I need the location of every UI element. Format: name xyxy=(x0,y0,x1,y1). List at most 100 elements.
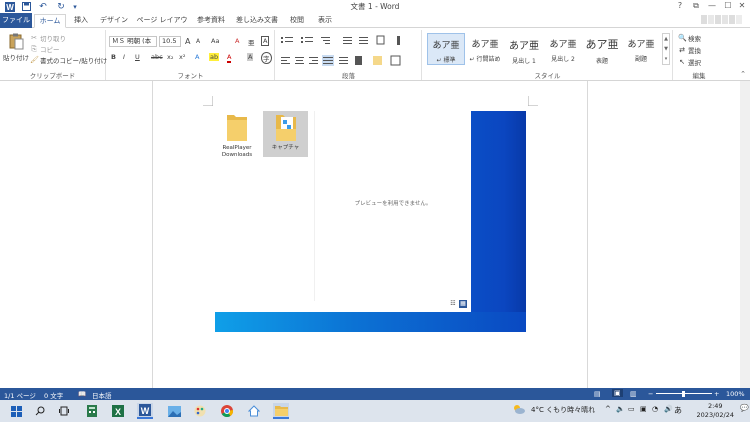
style-sample: あア亜 xyxy=(432,41,460,51)
tab-view[interactable]: 表示 xyxy=(312,14,338,27)
search-button[interactable] xyxy=(32,403,48,419)
calculator-app-icon[interactable] xyxy=(84,403,100,419)
save-icon[interactable] xyxy=(20,1,32,12)
tab-references[interactable]: 参考資料 xyxy=(192,14,230,27)
read-mode-icon[interactable]: ▤ xyxy=(594,390,601,398)
pasted-screenshot-image[interactable]: RealPlayer Downloads キャプチャ プレビューを利用できません… xyxy=(215,111,526,332)
styles-scroll[interactable]: ▲ ▼ ▾ xyxy=(662,33,670,65)
minimize-button[interactable]: — xyxy=(704,0,720,12)
tab-review[interactable]: 校閲 xyxy=(284,14,310,27)
language-indicator[interactable]: 日本語 xyxy=(92,390,112,400)
select-button[interactable]: ↖ 選択 xyxy=(678,57,701,67)
zoom-out-button[interactable]: − xyxy=(648,390,653,398)
speaker-icon[interactable]: 🔊 xyxy=(664,405,673,413)
bold-button[interactable]: B xyxy=(111,53,116,61)
paint-app-icon[interactable] xyxy=(192,403,208,419)
help-button[interactable]: ? xyxy=(672,0,688,12)
tab-file[interactable]: ファイル xyxy=(0,13,32,28)
weather-icon[interactable] xyxy=(512,403,526,417)
undo-icon[interactable]: ↶ xyxy=(36,1,50,12)
style-title[interactable]: あア亜 表題 xyxy=(583,33,621,65)
style-name: 副題 xyxy=(634,56,647,63)
tab-page-layout[interactable]: ページ レイアウト xyxy=(134,14,190,37)
tab-design[interactable]: デザイン xyxy=(96,14,132,27)
system-clock[interactable]: 2:49 2023/02/24 xyxy=(697,402,734,420)
ribbon-display-options-button[interactable]: ⧉ xyxy=(688,0,704,12)
strikethrough-button[interactable]: abc xyxy=(151,53,163,61)
word-app-taskbar-icon[interactable]: W xyxy=(137,403,153,419)
font-name-dropdown[interactable]: ＭＳ 明朝 (本 xyxy=(109,36,157,47)
paragraph-controls-icon[interactable] xyxy=(279,33,419,69)
character-shading-button[interactable]: A xyxy=(247,53,254,61)
copy-button[interactable]: ⎘ コピー xyxy=(30,44,59,54)
network-icon[interactable]: ◔ xyxy=(652,405,658,413)
task-view-button[interactable] xyxy=(56,403,72,419)
zoom-slider-thumb[interactable] xyxy=(682,391,685,397)
subscript-button[interactable]: x₂ xyxy=(167,53,173,61)
volume-icon[interactable]: 🔈 xyxy=(616,405,625,413)
paste-label: 貼り付け xyxy=(3,54,29,62)
excel-app-icon[interactable]: X xyxy=(110,403,126,419)
style-heading-2[interactable]: あア亜 見出し 2 xyxy=(544,33,582,65)
style-no-spacing[interactable]: あア亜 ↵ 行間詰め xyxy=(466,33,504,65)
replace-button[interactable]: ⇄ 置換 xyxy=(678,45,701,55)
style-heading-1[interactable]: あア亜 見出し 1 xyxy=(505,33,543,65)
tab-mailings[interactable]: 差し込み文書 xyxy=(232,14,282,27)
web-layout-icon[interactable]: ▥ xyxy=(630,390,637,398)
cut-button[interactable]: ✂ 切り取り xyxy=(30,33,66,43)
tab-insert[interactable]: 挿入 xyxy=(68,14,94,27)
find-button[interactable]: 🔍 検索 xyxy=(678,33,701,43)
text-effects-button[interactable]: A xyxy=(195,53,199,61)
paragraph-group-label: 段落 xyxy=(342,72,355,80)
font-group-label: フォント xyxy=(177,72,204,80)
underline-button[interactable]: U xyxy=(135,53,140,61)
font-color-button[interactable]: A xyxy=(227,53,232,63)
enclose-border-button[interactable]: A xyxy=(261,36,270,46)
start-button[interactable] xyxy=(8,403,24,419)
display-icon[interactable]: ▣ xyxy=(640,405,647,413)
zoom-level[interactable]: 100% xyxy=(726,390,745,398)
account-avatar[interactable] xyxy=(701,15,742,24)
collapse-ribbon-icon[interactable]: ⌃ xyxy=(740,70,746,78)
crop-mark xyxy=(203,96,213,106)
print-layout-icon[interactable]: ▣ xyxy=(612,389,623,397)
zoom-in-button[interactable]: + xyxy=(714,390,719,398)
weather-text[interactable]: 4°C くもり時々晴れ xyxy=(531,405,595,415)
proofing-icon[interactable]: 📖 xyxy=(78,390,86,398)
enclose-characters-button[interactable]: 字 xyxy=(261,52,272,64)
phonetic-guide-button[interactable]: 亜 xyxy=(248,37,255,47)
font-size-dropdown[interactable]: 10.5 xyxy=(159,36,181,47)
page-count[interactable]: 1/1 ページ xyxy=(4,390,36,400)
document-area[interactable]: RealPlayer Downloads キャプチャ プレビューを利用できません… xyxy=(0,81,750,388)
folder-name: RealPlayer Downloads xyxy=(221,145,253,158)
highlight-button[interactable]: ab xyxy=(209,53,220,61)
clear-formatting-button[interactable]: A xyxy=(235,37,239,45)
svg-text:X: X xyxy=(115,407,121,417)
file-explorer-app-icon[interactable] xyxy=(273,403,289,419)
ribbon-home: 貼り付け ✂ 切り取り ⎘ コピー 🖌 書式のコピー/貼り付け クリップボード ＭＳ … xyxy=(0,28,750,81)
close-button[interactable]: ✕ xyxy=(734,0,750,12)
vertical-scrollbar[interactable] xyxy=(740,81,750,388)
grow-font-button[interactable]: A xyxy=(185,37,190,46)
format-painter-button[interactable]: 🖌 書式のコピー/貼り付け xyxy=(30,55,107,65)
redo-icon[interactable]: ↻ xyxy=(55,1,67,12)
chrome-app-icon[interactable] xyxy=(219,403,235,419)
style-normal[interactable]: あア亜 ↵ 標準 xyxy=(427,33,465,65)
shrink-font-button[interactable]: A xyxy=(196,38,200,45)
style-subtitle[interactable]: あア亜 副題 xyxy=(622,33,660,65)
tray-overflow-icon[interactable]: ^ xyxy=(605,405,611,413)
change-case-button[interactable]: Aa xyxy=(211,37,219,45)
customize-quick-access-icon[interactable]: ▾ xyxy=(70,1,80,12)
notification-icon[interactable]: 💬 xyxy=(740,404,749,412)
italic-button[interactable]: I xyxy=(123,53,125,61)
paste-button[interactable]: 貼り付け xyxy=(3,33,29,62)
ime-indicator[interactable]: あ xyxy=(674,405,682,416)
word-app-icon[interactable]: W xyxy=(4,1,16,12)
paste-icon xyxy=(9,33,24,50)
tab-home[interactable]: ホーム xyxy=(34,14,66,28)
battery-icon[interactable]: ▭ xyxy=(628,405,635,413)
superscript-button[interactable]: x² xyxy=(179,53,185,61)
photos-app-icon[interactable] xyxy=(166,403,182,419)
home-app-icon[interactable] xyxy=(246,403,262,419)
word-count[interactable]: 0 文字 xyxy=(44,390,63,400)
